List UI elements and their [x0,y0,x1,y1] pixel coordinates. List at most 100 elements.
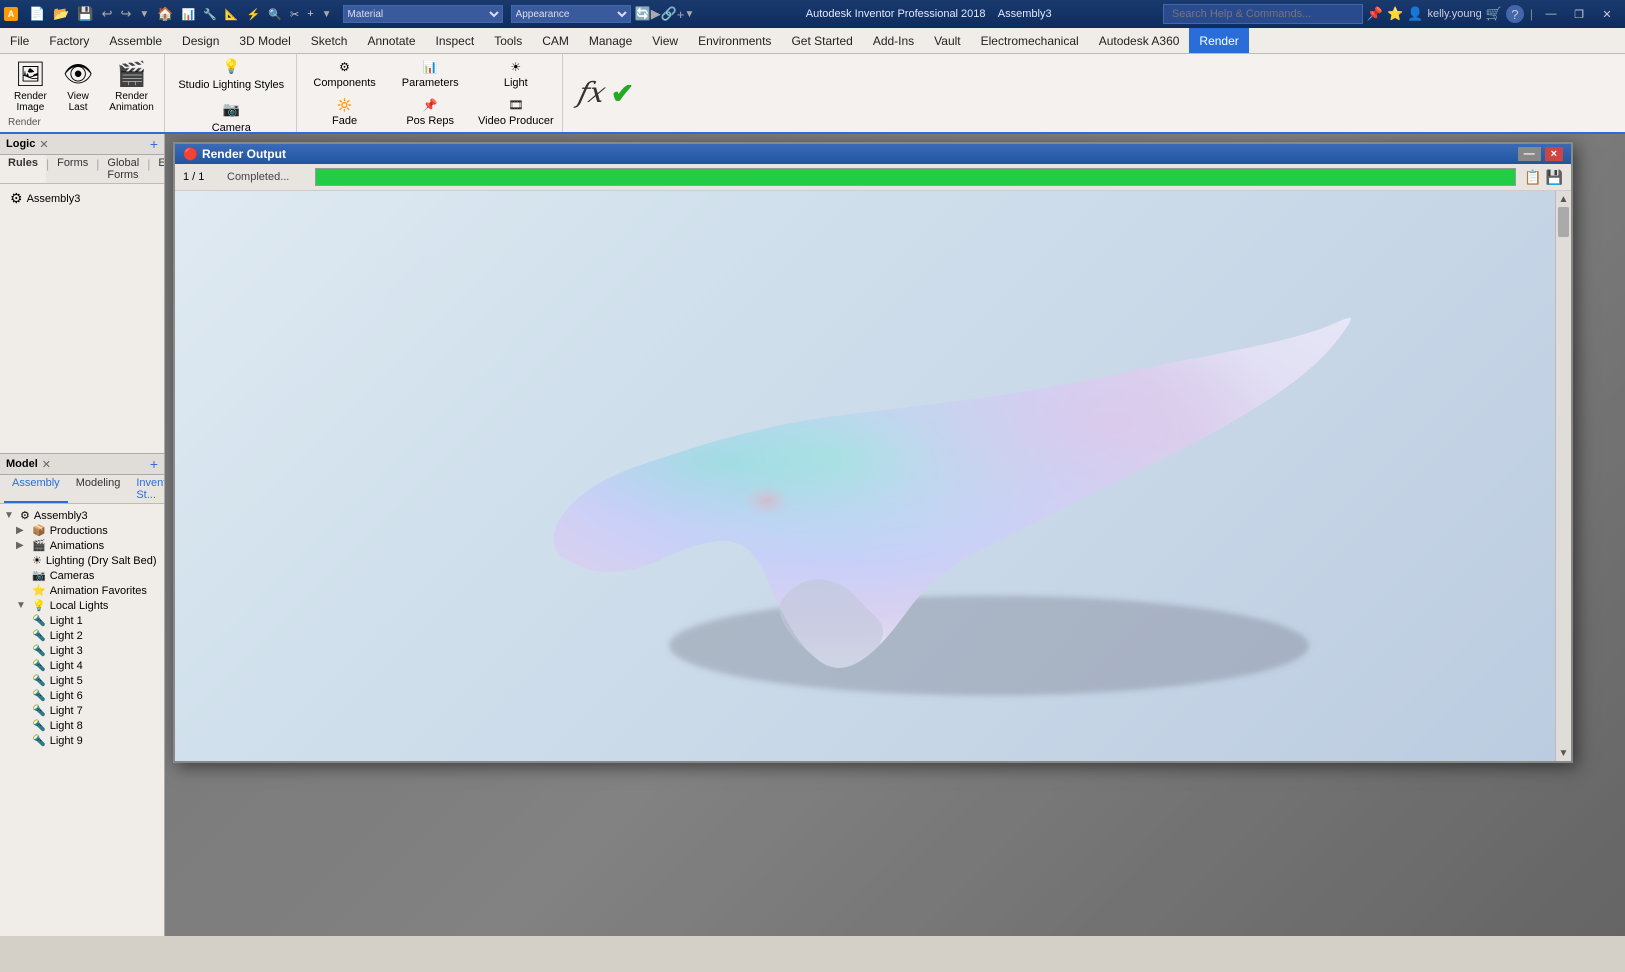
render-image-button[interactable]: 🖼 RenderImage [8,58,53,116]
model-modeling-tab[interactable]: Modeling [68,475,129,503]
misc-btn5[interactable]: 🔍 [265,8,285,21]
tree-cameras[interactable]: 📷 Cameras [0,568,164,583]
logic-forms-tab[interactable]: Forms [49,155,96,183]
logic-assembly3-item[interactable]: ⚙ Assembly3 [6,188,158,209]
toolbar-dropdown[interactable]: ▼ [136,9,152,20]
minimize-button[interactable]: — [1539,4,1563,24]
misc-btn4[interactable]: ⚡ [244,8,264,21]
render-save-icon[interactable]: 💾 [1546,169,1563,186]
menu-inspect[interactable]: Inspect [426,28,485,53]
formula-icon[interactable]: 𝑓𝑥 [577,76,603,110]
menu-design[interactable]: Design [172,28,229,53]
parameters-button[interactable]: 📊 Parameters [388,58,472,91]
tree-assembly3[interactable]: ▼ ⚙ Assembly3 [0,508,164,523]
connect-btn[interactable]: 🔗 [661,6,677,22]
save-btn[interactable]: 💾 [74,6,96,22]
logic-exte-tab[interactable]: Exte [150,155,164,183]
help-search-input[interactable] [1163,4,1363,24]
fade-button[interactable]: 🔆 Fade [303,96,387,129]
studio-lighting-button[interactable]: 💡 Studio Lighting Styles [171,56,292,93]
menu-cam[interactable]: CAM [532,28,579,53]
misc-btn7[interactable]: + [304,8,316,20]
help-icon[interactable]: ? [1506,5,1524,23]
render-copy-icon[interactable]: 📋 [1524,169,1541,186]
add-btn[interactable]: + [677,7,685,22]
restore-button[interactable]: ❐ [1567,4,1591,24]
components-button[interactable]: ⚙ Components [303,58,387,91]
tree-productions[interactable]: ▶ 📦 Productions [0,523,164,538]
material-dropdown[interactable]: Material [343,5,503,23]
logic-rules-tab[interactable]: Rules [0,155,46,183]
model-close-btn[interactable]: ✕ [42,458,51,471]
tree-light8[interactable]: 🔦 Light 8 [0,718,164,733]
scrollbar-down-btn[interactable]: ▼ [1556,745,1571,761]
tree-light7[interactable]: 🔦 Light 7 [0,703,164,718]
tree-animations[interactable]: ▶ 🎬 Animations [0,538,164,553]
light-button[interactable]: ☀ Light [474,58,558,91]
tree-anim-fav[interactable]: ⭐ Animation Favorites [0,583,164,598]
misc-btn6[interactable]: ✂ [287,8,302,21]
undo-btn[interactable]: ↩ [99,6,116,22]
light5-icon: 🔦 [32,674,46,687]
scrollbar-thumb[interactable] [1558,207,1569,237]
refresh-btn[interactable]: 🔄 [635,6,651,22]
menu-tools[interactable]: Tools [484,28,532,53]
scrollbar-up-btn[interactable]: ▲ [1556,191,1571,207]
tree-light4[interactable]: 🔦 Light 4 [0,658,164,673]
appearance-dropdown[interactable]: Appearance [511,5,631,23]
menu-annotate[interactable]: Annotate [357,28,425,53]
menu-autodesk-a360[interactable]: Autodesk A360 [1089,28,1190,53]
light1-icon: 🔦 [32,614,46,627]
tree-light1[interactable]: 🔦 Light 1 [0,613,164,628]
render-minimize-btn[interactable]: — [1518,147,1541,161]
menu-3dmodel[interactable]: 3D Model [229,28,300,53]
menu-addins[interactable]: Add-Ins [863,28,924,53]
tree-light2[interactable]: 🔦 Light 2 [0,628,164,643]
menu-assemble[interactable]: Assemble [99,28,172,53]
misc-btn2[interactable]: 🔧 [200,8,220,21]
menu-sketch[interactable]: Sketch [301,28,358,53]
tree-light9[interactable]: 🔦 Light 9 [0,733,164,748]
menu-factory[interactable]: Factory [39,28,99,53]
view-last-button[interactable]: 👁 ViewLast [57,58,99,116]
menu-electromechanical[interactable]: Electromechanical [971,28,1089,53]
pos-reps-icon: 📌 [423,98,438,112]
accept-icon[interactable]: ✔ [611,77,634,110]
menu-vault[interactable]: Vault [924,28,970,53]
close-button[interactable]: ✕ [1595,4,1619,24]
menu-view[interactable]: View [642,28,688,53]
home-btn[interactable]: 🏠 [154,6,176,22]
tree-light6[interactable]: 🔦 Light 6 [0,688,164,703]
tree-light3[interactable]: 🔦 Light 3 [0,643,164,658]
menu-environments[interactable]: Environments [688,28,781,53]
menu-render[interactable]: Render [1189,28,1248,53]
tree-light5[interactable]: 🔦 Light 5 [0,673,164,688]
video-producer-button[interactable]: 🎞 Video Producer [474,96,558,129]
more-btn[interactable]: ▼ [685,9,695,20]
model-add-btn[interactable]: + [150,456,158,472]
tree-local-lights[interactable]: ▼ 💡 Local Lights [0,598,164,613]
menu-manage[interactable]: Manage [579,28,642,53]
pin-icon[interactable]: 📌 [1367,6,1383,22]
misc-btn3[interactable]: 📐 [222,8,242,21]
star-icon[interactable]: ⭐ [1387,6,1403,22]
logic-close-btn[interactable]: ✕ [39,138,48,151]
pos-reps-button[interactable]: 📌 Pos Reps [388,96,472,129]
tree-lighting[interactable]: ☀ Lighting (Dry Salt Bed) [0,553,164,568]
play-btn[interactable]: ▶ [651,6,661,22]
render-close-btn[interactable]: × [1545,147,1563,161]
camera-button[interactable]: 📷 Camera [171,99,292,136]
render-animation-button[interactable]: 🎬 RenderAnimation [103,58,159,116]
open-btn[interactable]: 📂 [50,6,72,22]
misc-btn1[interactable]: 📊 [178,8,198,21]
cart-icon[interactable]: 🛒 [1486,6,1502,22]
model-assembly-tab[interactable]: Assembly [4,475,68,503]
new-btn[interactable]: 📄 [26,6,48,22]
model-inventorst-tab[interactable]: Inventor St... [128,475,164,503]
menu-getstarted[interactable]: Get Started [781,28,862,53]
redo-btn[interactable]: ↪ [117,6,134,22]
menu-file[interactable]: File [0,28,39,53]
logic-add-tab-btn[interactable]: + [150,136,158,152]
dropdown-arrow[interactable]: ▼ [319,9,335,20]
logic-globalforms-tab[interactable]: Global Forms [99,155,147,183]
